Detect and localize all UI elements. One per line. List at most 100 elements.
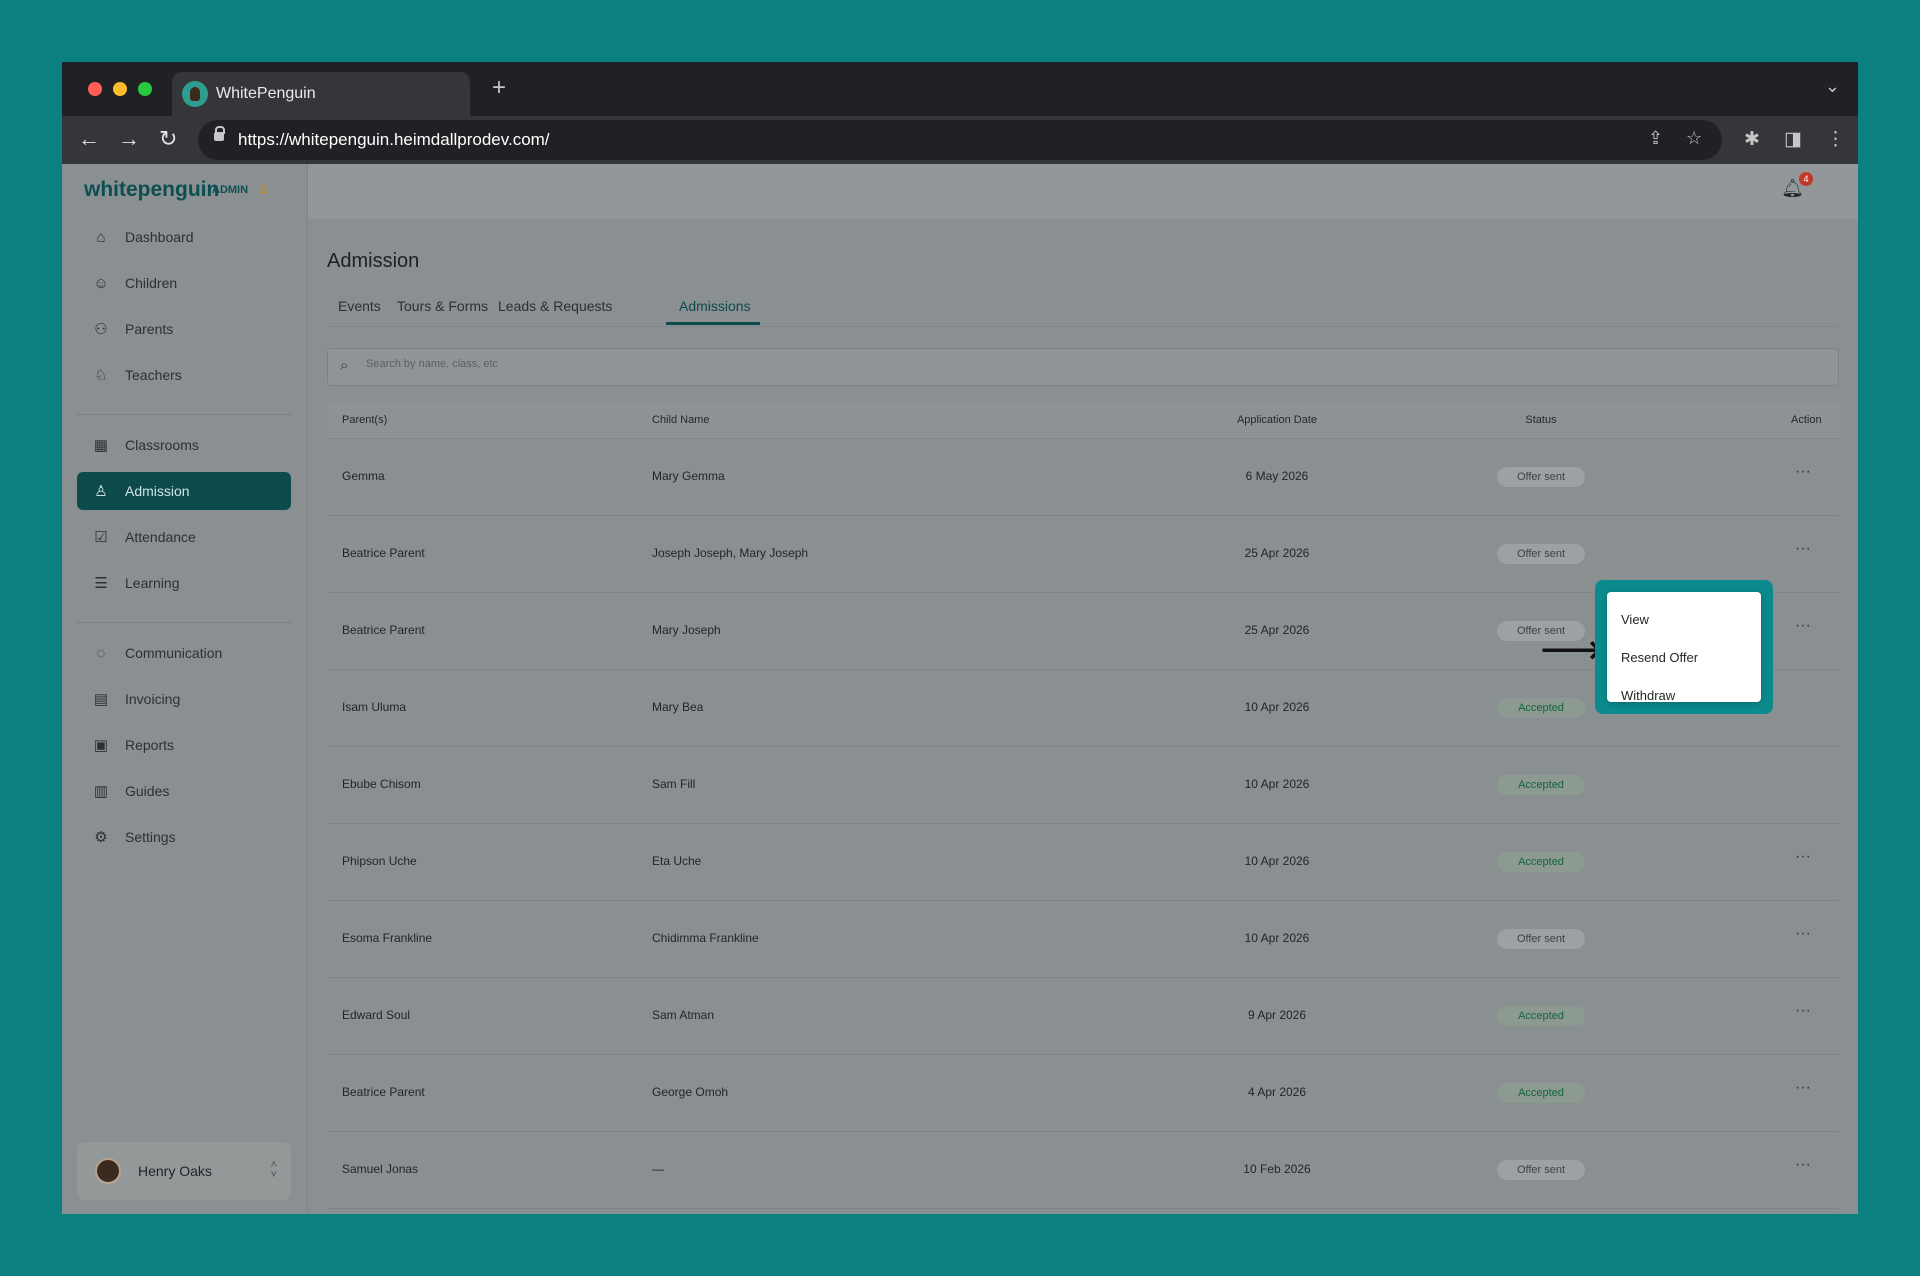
sidebar-item-label: Guides: [125, 783, 170, 799]
sidebar-item-dashboard[interactable]: ⌂ Dashboard: [77, 218, 291, 256]
sidebar-item-label: Dashboard: [125, 229, 194, 245]
sidebar-item-learning[interactable]: ☰ Learning: [77, 564, 291, 602]
top-bar: 🔔︎ 4: [308, 164, 1858, 218]
menu-item-view[interactable]: View: [1621, 612, 1649, 627]
row-action-menu-icon[interactable]: ···: [1795, 540, 1811, 558]
browser-tab-title: WhitePenguin: [216, 85, 316, 102]
parent-cell: Esoma Frankline: [342, 931, 433, 945]
status-badge: Accepted: [1497, 852, 1585, 872]
sidepanel-icon[interactable]: ◨: [1784, 128, 1802, 151]
sidebar-item-communication[interactable]: ◌ Communication: [77, 634, 291, 672]
row-action-menu-icon[interactable]: ···: [1795, 1002, 1811, 1020]
child-cell: Joseph Joseph, Mary Joseph: [652, 546, 809, 560]
table-row[interactable]: Esoma Frankline Chidimma Frankline 10 Ap…: [327, 901, 1839, 978]
child-cell: Eta Uche: [652, 854, 702, 868]
status-badge: Offer sent: [1497, 467, 1585, 487]
avatar: [95, 1158, 121, 1184]
row-action-menu-icon[interactable]: ···: [1795, 1079, 1811, 1097]
sidebar-item-guides[interactable]: ▥ Guides: [77, 772, 291, 810]
row-action-menu-icon[interactable]: ···: [1795, 617, 1811, 635]
sidebar-item-invoicing[interactable]: ▤ Invoicing: [77, 680, 291, 718]
column-header-child: Child Name: [652, 414, 710, 426]
row-action-menu-icon[interactable]: ···: [1795, 1156, 1811, 1174]
back-icon[interactable]: ←: [78, 126, 100, 152]
sidebar-item-children[interactable]: ☺ Children: [77, 264, 291, 302]
admin-badge-icon: ♙: [258, 182, 269, 196]
address-bar[interactable]: https://whitepenguin.heimdallprodev.com/…: [198, 120, 1722, 160]
sidebar-item-settings[interactable]: ⚙ Settings: [77, 818, 291, 856]
sidebar-item-label: Teachers: [125, 367, 182, 383]
forward-icon[interactable]: →: [118, 126, 140, 152]
action-menu: View Resend Offer Withdraw: [1607, 592, 1761, 703]
maximize-window-button[interactable]: [138, 82, 152, 96]
close-window-button[interactable]: [88, 82, 102, 96]
user-add-icon: ♙: [94, 483, 108, 500]
status-badge: Accepted: [1497, 1006, 1585, 1026]
parent-cell: Beatrice Parent: [342, 546, 425, 560]
child-cell: Mary Gemma: [652, 469, 725, 483]
row-action-menu-icon[interactable]: ···: [1795, 925, 1811, 943]
sidebar-item-label: Children: [125, 275, 178, 291]
search-input[interactable]: [364, 357, 1768, 371]
new-tab-icon[interactable]: +: [492, 74, 506, 102]
menu-item-resend-offer[interactable]: Resend Offer: [1621, 650, 1698, 665]
child-icon: ☺: [93, 274, 109, 292]
bookmark-star-icon[interactable]: ☆: [1686, 128, 1702, 149]
sidebar-item-label: Settings: [125, 829, 176, 845]
sidebar-item-teachers[interactable]: ♘ Teachers: [77, 356, 291, 394]
tab-admissions[interactable]: Admissions: [679, 298, 751, 314]
date-cell: 25 Apr 2026: [1244, 623, 1310, 637]
table-row[interactable]: Gemma Mary Gemma 6 May 2026 Offer sent ·…: [327, 439, 1839, 516]
app: whitepenguin ADMIN ♙ ⌂ Dashboard ☺ Child…: [62, 164, 1858, 1214]
date-cell: 6 May 2026: [1245, 469, 1309, 483]
table-row[interactable]: Beatrice Parent George Omoh 4 Apr 2026 A…: [327, 1055, 1839, 1132]
favicon-icon: [182, 81, 208, 107]
table-row[interactable]: Edward Soul Sam Atman 9 Apr 2026 Accepte…: [327, 978, 1839, 1055]
parent-cell: Beatrice Parent: [342, 1085, 425, 1099]
parent-cell: Gemma: [342, 469, 385, 483]
sidebar-item-label: Attendance: [125, 529, 196, 545]
tab-events[interactable]: Events: [338, 298, 381, 314]
sidebar-item-admission[interactable]: ♙ Admission: [77, 472, 291, 510]
url-text[interactable]: https://whitepenguin.heimdallprodev.com/: [238, 130, 550, 150]
logo[interactable]: whitepenguin: [84, 178, 219, 202]
table-row[interactable]: Phipson Uche Eta Uche 10 Apr 2026 Accept…: [327, 824, 1839, 901]
browser-menu-icon[interactable]: ⋮: [1826, 128, 1845, 151]
tab-bar: Events Tours & Forms Leads & Requests Ad…: [327, 284, 1839, 327]
parent-cell: Phipson Uche: [342, 854, 417, 868]
sidebar-item-attendance[interactable]: ☑ Attendance: [77, 518, 291, 556]
sidebar-item-parents[interactable]: ⚇ Parents: [77, 310, 291, 348]
share-icon[interactable]: ⇪: [1648, 128, 1663, 149]
table-row[interactable]: Samuel Jonas — 10 Feb 2026 Offer sent ··…: [327, 1132, 1839, 1209]
browser-toolbar: ← → ↻ https://whitepenguin.heimdallprode…: [62, 116, 1858, 164]
tab-leads-requests[interactable]: Leads & Requests: [498, 298, 612, 314]
parent-cell: Isam Uluma: [342, 700, 407, 714]
reload-icon[interactable]: ↻: [159, 126, 177, 152]
column-header-action: Action: [1791, 414, 1822, 426]
user-switcher[interactable]: Henry Oaks ˄ ˅: [77, 1142, 291, 1200]
table-row[interactable]: Ebube Chisom Sam Fill 10 Apr 2026 Accept…: [327, 747, 1839, 824]
notification-badge: 4: [1799, 172, 1813, 186]
tab-tours-forms[interactable]: Tours & Forms: [397, 298, 488, 314]
extensions-icon[interactable]: ✱: [1744, 128, 1760, 151]
date-cell: 10 Apr 2026: [1244, 931, 1310, 945]
active-tab-indicator: [666, 322, 760, 325]
grid-icon: ▦: [93, 437, 109, 454]
sidebar-item-reports[interactable]: ▣ Reports: [77, 726, 291, 764]
tab-list-chevron-icon[interactable]: ⌄: [1825, 76, 1840, 97]
sidebar: whitepenguin ADMIN ♙ ⌂ Dashboard ☺ Child…: [62, 164, 308, 1214]
row-action-menu-icon[interactable]: ···: [1795, 848, 1811, 866]
check-square-icon: ☑: [94, 529, 108, 546]
child-cell: Sam Fill: [652, 777, 696, 791]
menu-item-withdraw[interactable]: Withdraw: [1621, 688, 1675, 703]
row-action-menu-icon[interactable]: ···: [1795, 463, 1811, 481]
table-header: Parent(s) Child Name Application Date St…: [327, 402, 1839, 439]
minimize-window-button[interactable]: [113, 82, 127, 96]
date-cell: 4 Apr 2026: [1247, 1085, 1307, 1099]
sidebar-item-classrooms[interactable]: ▦ Classrooms: [77, 426, 291, 464]
date-cell: 9 Apr 2026: [1247, 1008, 1307, 1022]
chat-icon: ◌: [96, 644, 106, 662]
document-icon: ▥: [93, 783, 109, 800]
browser-tab[interactable]: WhitePenguin: [172, 72, 470, 116]
arrow-right-icon: ⟶: [1540, 625, 1604, 674]
